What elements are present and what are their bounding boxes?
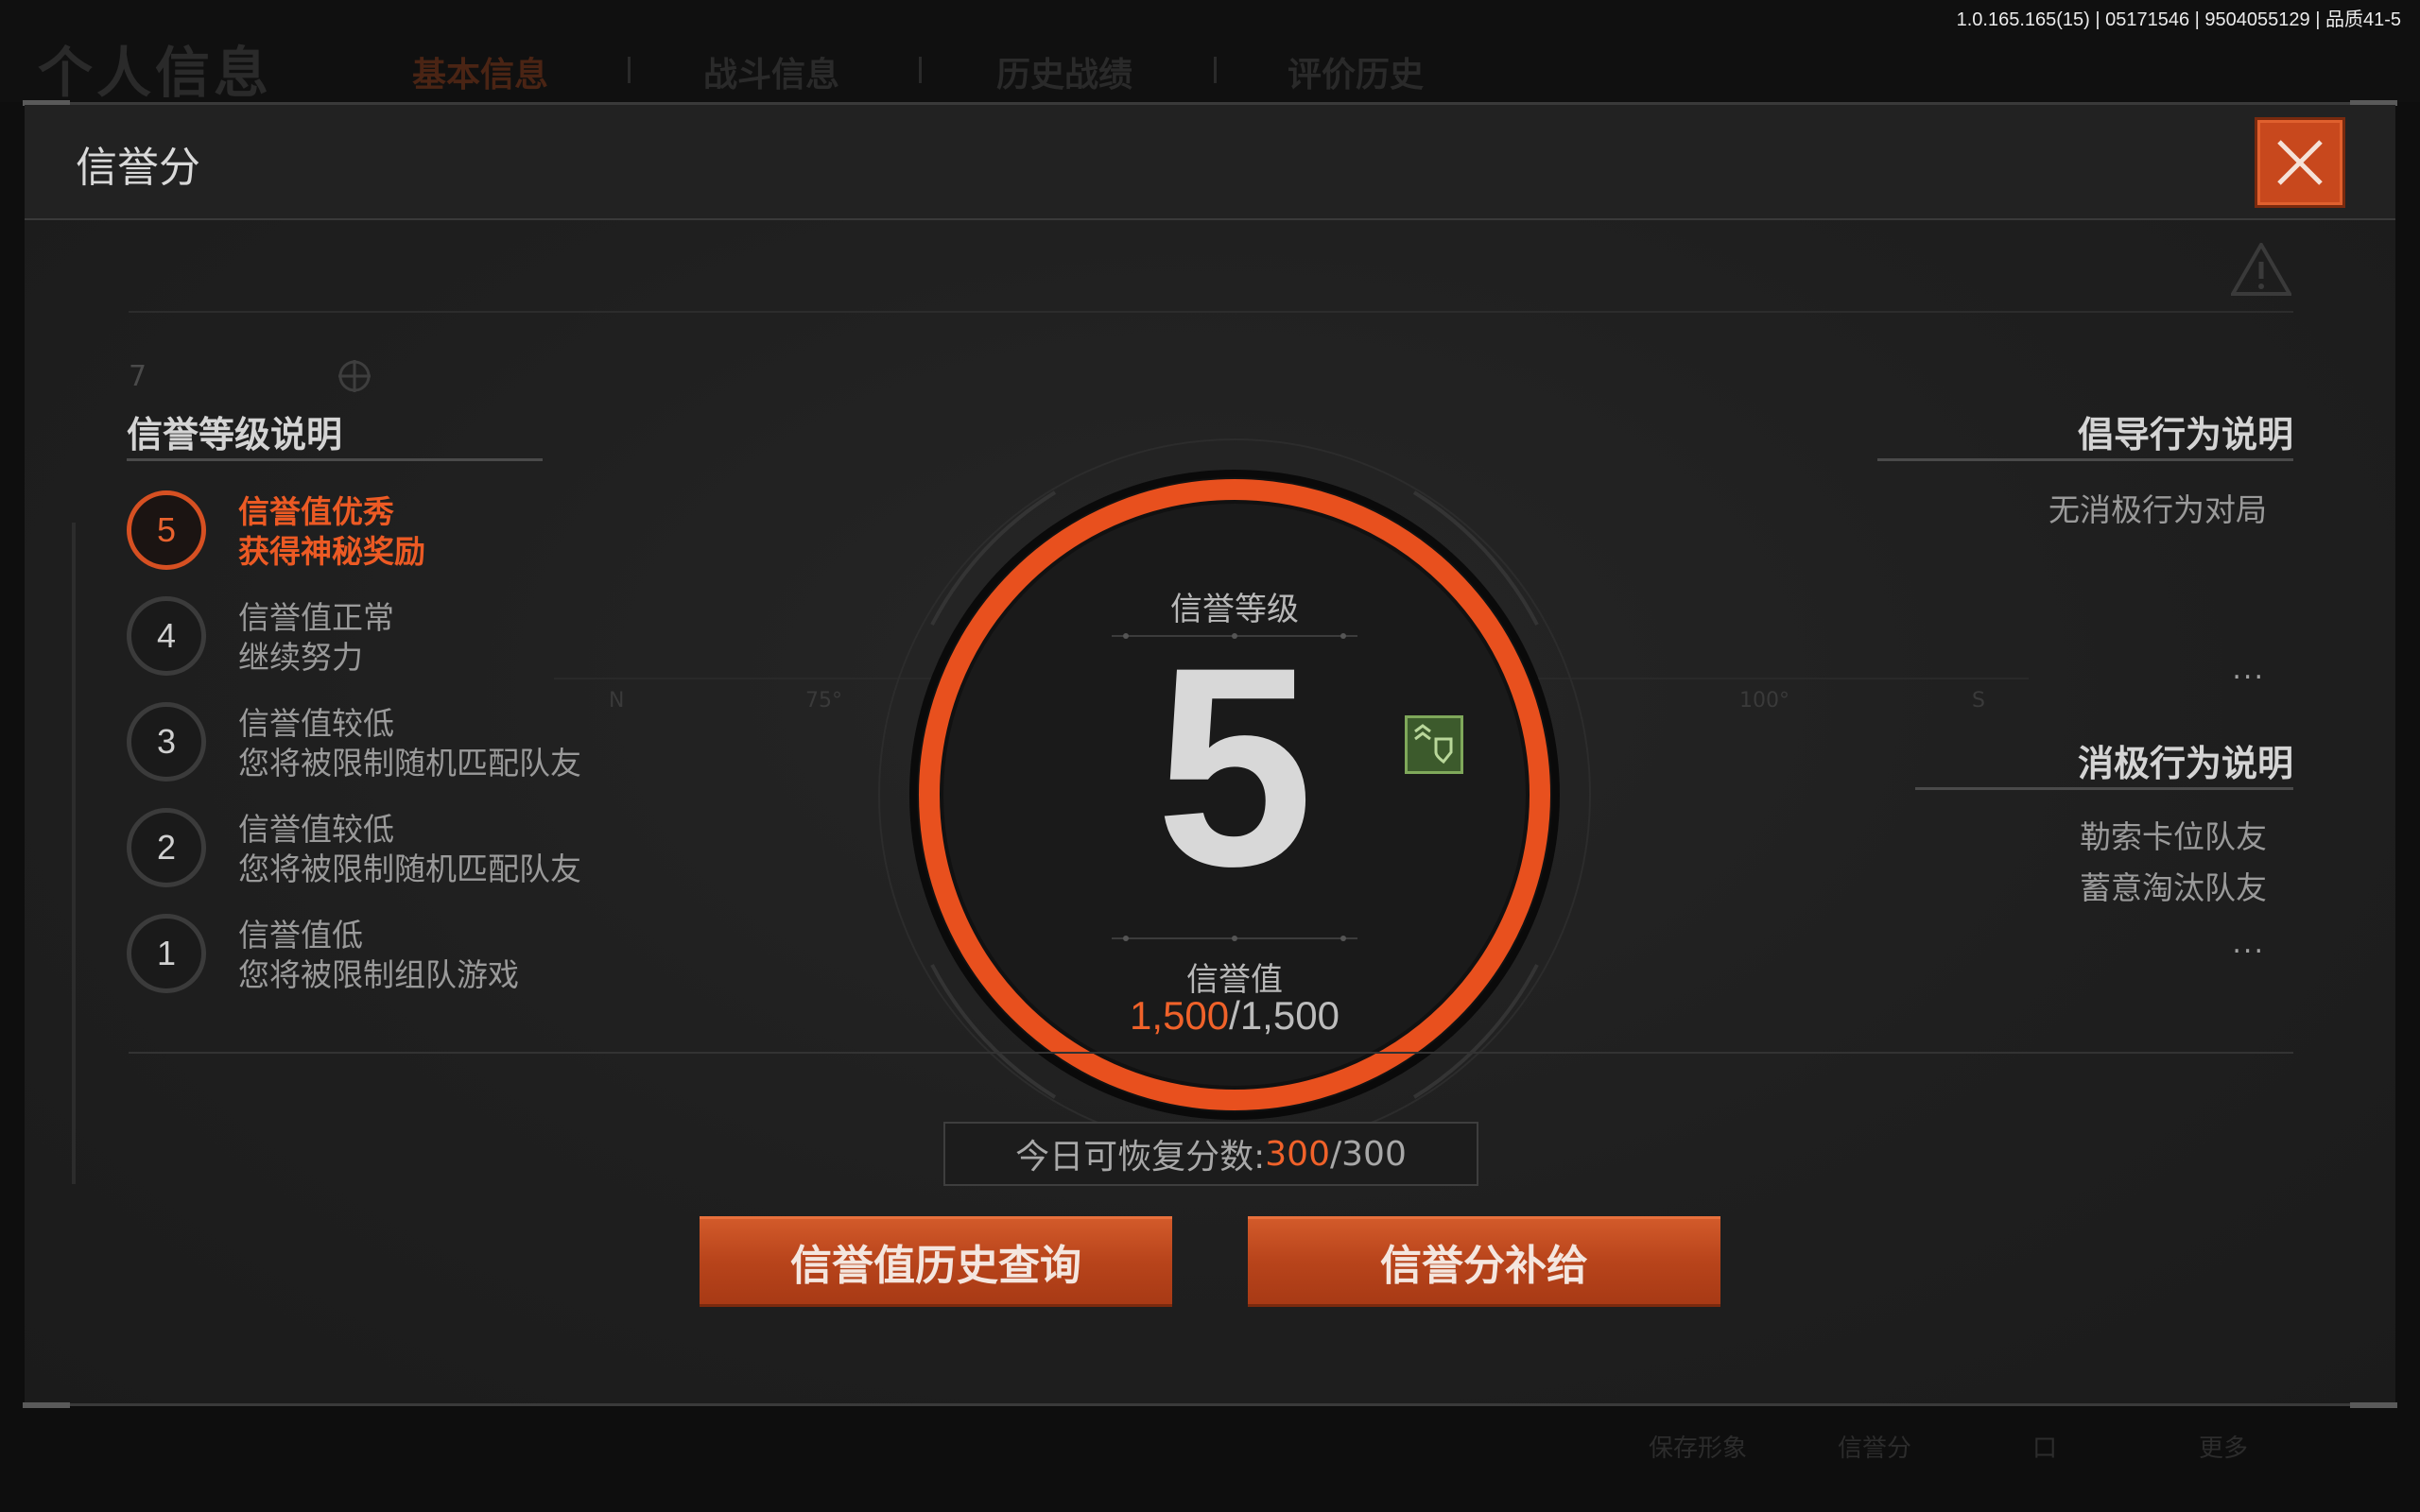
- warning-icon: [2231, 243, 2291, 296]
- credit-supply-button[interactable]: 信誉分补给: [1248, 1216, 1720, 1307]
- compass-mark: 75°: [805, 689, 842, 713]
- background-page-title: 个人信息: [38, 41, 273, 105]
- level-title: 信誉值低: [238, 917, 363, 954]
- level-number-badge: 2: [127, 808, 206, 887]
- level-title: 信誉值较低: [238, 705, 394, 742]
- recovery-label: 今日可恢复分数:: [1015, 1138, 1266, 1177]
- negative-section-rule: [1915, 787, 2293, 790]
- negative-more: ...: [2232, 927, 2265, 960]
- left-decor-bar: [72, 523, 76, 1184]
- level-item-5: 5 信誉值优秀 获得神秘奖励: [127, 485, 656, 583]
- level-description: 您将被限制组队游戏: [238, 956, 519, 993]
- modal-title: 信誉分: [76, 144, 200, 192]
- recovery-max: /300: [1330, 1134, 1407, 1174]
- level-title: 信誉值优秀: [238, 493, 394, 530]
- credit-score-max: /1,500: [1229, 993, 1340, 1038]
- level-number-badge: 1: [127, 914, 206, 993]
- background-tab-battle: 战斗信息: [703, 56, 840, 94]
- level-item-4: 4 信誉值正常 继续努力: [127, 591, 656, 689]
- crosshair-icon: [338, 360, 371, 392]
- modal-header: 信誉分: [25, 105, 2395, 220]
- section-divider: [129, 1052, 2293, 1054]
- level-item-3: 3 信誉值较低 您将被限制随机匹配队友: [127, 696, 656, 795]
- level-description: 您将被限制随机匹配队友: [238, 745, 581, 782]
- background-bottom-more: 更多: [2199, 1435, 2249, 1463]
- hud-number: 7: [129, 360, 147, 393]
- encourage-section-title: 倡导行为说明: [2077, 414, 2293, 455]
- negative-item: 勒索卡位队友: [2080, 818, 2267, 855]
- recovery-current: 300: [1265, 1134, 1330, 1174]
- level-number-badge: 3: [127, 702, 206, 782]
- modal-corner: [23, 1402, 70, 1408]
- level-item-1: 1 信誉值低 您将被限制组队游戏: [127, 908, 656, 1006]
- credit-score-value: 1,500/1,500: [875, 993, 1594, 1039]
- credit-score-current: 1,500: [1130, 993, 1230, 1038]
- encourage-section-rule: [1877, 458, 2293, 461]
- background-bottom-save: 保存形象: [1649, 1435, 1748, 1463]
- level-description: 继续努力: [238, 639, 363, 676]
- encourage-item: 无消极行为对局: [2048, 491, 2267, 528]
- credit-level-gauge: 信誉等级 5 信誉值 1,500/1,500: [875, 436, 1594, 1154]
- close-button[interactable]: [2257, 120, 2342, 205]
- credit-level-value: 5: [1155, 608, 1314, 925]
- level-description: 您将被限制随机匹配队友: [238, 850, 581, 887]
- chevron-shield-icon: [1414, 724, 1453, 765]
- daily-recovery-box: 今日可恢复分数: 300/300: [943, 1122, 1478, 1186]
- close-icon: [2277, 140, 2323, 185]
- background-tab-history: 历史战绩: [996, 56, 1133, 94]
- level-title: 信誉值较低: [238, 811, 394, 848]
- level-title: 信誉值正常: [238, 599, 394, 636]
- background-bottom-square: 口: [2032, 1435, 2058, 1463]
- level-number-badge: 4: [127, 596, 206, 676]
- negative-item: 蓄意淘汰队友: [2080, 869, 2267, 906]
- encourage-more: ...: [2232, 653, 2265, 686]
- negative-section-title: 消极行为说明: [2077, 743, 2293, 784]
- background-bottom-credit: 信誉分: [1838, 1435, 1912, 1463]
- level-item-2: 2 信誉值较低 您将被限制随机匹配队友: [127, 802, 656, 901]
- compass-mark: 100°: [1739, 689, 1789, 713]
- version-status-text: 1.0.165.165(15) | 05171546 | 9504055129 …: [1956, 9, 2401, 30]
- modal-corner: [2350, 1402, 2397, 1408]
- credit-score-modal: 信誉分 7 N 75° 100° S 信誉等级说明 5 信誉值优秀 获得神秘奖励…: [23, 100, 2397, 1408]
- background-tab-separator: [628, 57, 631, 83]
- compass-mark: S: [1972, 689, 1985, 713]
- hud-line: [129, 311, 2293, 313]
- background-tab-separator: [1214, 57, 1217, 83]
- background-tab-reviews: 评价历史: [1288, 56, 1425, 94]
- background-tab-separator: [919, 57, 922, 83]
- level-number-badge: 5: [127, 490, 206, 570]
- credit-history-button[interactable]: 信誉值历史查询: [700, 1216, 1172, 1307]
- levels-section-title: 信誉等级说明: [127, 414, 343, 455]
- levels-section-rule: [127, 458, 543, 461]
- background-tab-basic: 基本信息: [412, 56, 549, 94]
- rank-badge-icon: [1405, 715, 1463, 774]
- level-description: 获得神秘奖励: [238, 533, 425, 570]
